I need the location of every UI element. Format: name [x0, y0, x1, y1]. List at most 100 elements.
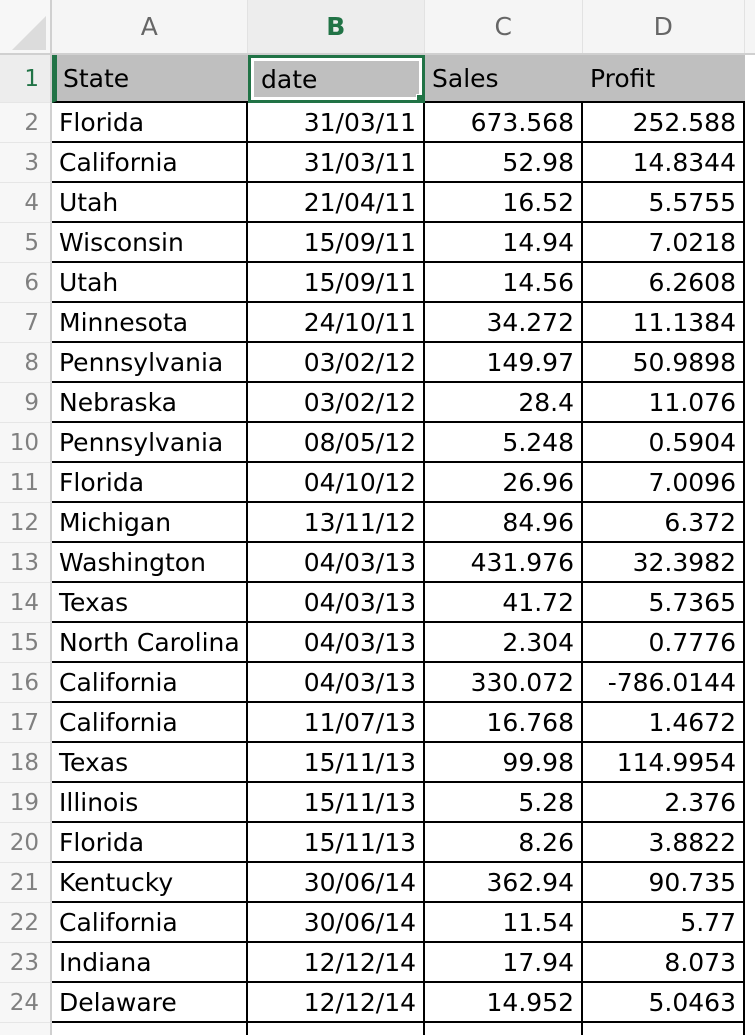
row-header-12[interactable]: 12	[0, 503, 52, 543]
cell-profit[interactable]: 11.076	[583, 383, 745, 423]
cell-date[interactable]: 03/02/12	[248, 383, 425, 423]
cell-date[interactable]: 24/10/11	[248, 303, 425, 343]
select-all-button[interactable]	[0, 0, 52, 53]
fill-handle[interactable]	[416, 94, 422, 100]
cell-sales[interactable]: 28.4	[425, 383, 583, 423]
cell-state[interactable]: Florida	[52, 463, 248, 503]
cell-date[interactable]: 04/10/12	[248, 463, 425, 503]
cell-sales[interactable]: 16.768	[425, 703, 583, 743]
cell-profit[interactable]: -786.0144	[583, 663, 745, 703]
cell-profit[interactable]: 114.9954	[583, 743, 745, 783]
cell-state[interactable]: Illinois	[52, 783, 248, 823]
cell-state[interactable]: Indiana	[52, 943, 248, 983]
cell-state[interactable]: California	[52, 663, 248, 703]
cell-state[interactable]: Kentucky	[52, 863, 248, 903]
cell-sales[interactable]: 2.304	[425, 623, 583, 663]
cell-state[interactable]: Wisconsin	[52, 223, 248, 263]
cell-date[interactable]: 04/03/13	[248, 663, 425, 703]
cell-sales[interactable]: 362.94	[425, 863, 583, 903]
cell-date[interactable]: 15/09/11	[248, 263, 425, 303]
cell-state[interactable]: Delaware	[52, 983, 248, 1023]
cell-state[interactable]: Texas	[52, 743, 248, 783]
cell-profit[interactable]: 7.0096	[583, 463, 745, 503]
cell-state[interactable]: Minnesota	[52, 303, 248, 343]
cell-profit[interactable]: 5.5755	[583, 183, 745, 223]
cell-profit[interactable]: 3.8822	[583, 823, 745, 863]
cell-profit[interactable]: 252.588	[583, 103, 745, 143]
row-header-24[interactable]: 24	[0, 983, 52, 1023]
row-header-6[interactable]: 6	[0, 263, 52, 303]
active-cell-b1[interactable]: date	[248, 55, 425, 103]
column-header-d[interactable]: D	[583, 0, 745, 53]
cell-profit[interactable]: 14.8344	[583, 143, 745, 183]
row-header-partial[interactable]	[0, 1023, 52, 1035]
row-header-16[interactable]: 16	[0, 663, 52, 703]
row-header-2[interactable]: 2	[0, 103, 52, 143]
cell-sales[interactable]: 52.98	[425, 143, 583, 183]
cell-date[interactable]: 31/03/11	[248, 103, 425, 143]
cell-profit[interactable]: 0.7776	[583, 623, 745, 663]
cell-state[interactable]: Pennsylvania	[52, 343, 248, 383]
column-title-sales[interactable]: Sales	[425, 55, 583, 103]
cell-date[interactable]: 15/11/13	[248, 783, 425, 823]
cell-profit[interactable]: 50.9898	[583, 343, 745, 383]
row-header-13[interactable]: 13	[0, 543, 52, 583]
cell-sales[interactable]: 5.248	[425, 423, 583, 463]
row-header-21[interactable]: 21	[0, 863, 52, 903]
cell-state[interactable]: Texas	[52, 583, 248, 623]
cell-profit[interactable]: 0.5904	[583, 423, 745, 463]
row-header-7[interactable]: 7	[0, 303, 52, 343]
cell-profit[interactable]: 8.073	[583, 943, 745, 983]
cell-date[interactable]: 03/02/12	[248, 343, 425, 383]
cell-sales[interactable]: 16.52	[425, 183, 583, 223]
cell-sales[interactable]: 14.94	[425, 223, 583, 263]
cell-profit[interactable]: 5.77	[583, 903, 745, 943]
row-header-8[interactable]: 8	[0, 343, 52, 383]
cell-state[interactable]: Florida	[52, 823, 248, 863]
cell-sales[interactable]: 8.26	[425, 823, 583, 863]
cell-state[interactable]: Washington	[52, 543, 248, 583]
cell-profit[interactable]: 6.372	[583, 503, 745, 543]
cell-sales[interactable]: 17.94	[425, 943, 583, 983]
row-header-23[interactable]: 23	[0, 943, 52, 983]
cell-sales[interactable]: 673.568	[425, 103, 583, 143]
cell-sales[interactable]: 11.54	[425, 903, 583, 943]
row-header-10[interactable]: 10	[0, 423, 52, 463]
cell-date[interactable]: 13/11/12	[248, 503, 425, 543]
cell-sales[interactable]: 330.072	[425, 663, 583, 703]
cell-empty[interactable]	[583, 1023, 745, 1035]
cell-date[interactable]: 04/03/13	[248, 583, 425, 623]
cell-date[interactable]: 15/09/11	[248, 223, 425, 263]
cell-profit[interactable]: 5.7365	[583, 583, 745, 623]
row-header-1[interactable]: 1	[0, 55, 52, 103]
cell-state[interactable]: Pennsylvania	[52, 423, 248, 463]
row-header-9[interactable]: 9	[0, 383, 52, 423]
cell-sales[interactable]: 84.96	[425, 503, 583, 543]
row-header-17[interactable]: 17	[0, 703, 52, 743]
row-header-20[interactable]: 20	[0, 823, 52, 863]
cell-sales[interactable]: 431.976	[425, 543, 583, 583]
cell-date[interactable]: 30/06/14	[248, 903, 425, 943]
row-header-11[interactable]: 11	[0, 463, 52, 503]
cell-sales[interactable]: 34.272	[425, 303, 583, 343]
cell-sales[interactable]: 26.96	[425, 463, 583, 503]
cell-date[interactable]: 12/12/14	[248, 983, 425, 1023]
cell-sales[interactable]: 41.72	[425, 583, 583, 623]
cell-profit[interactable]: 1.4672	[583, 703, 745, 743]
cell-sales[interactable]: 149.97	[425, 343, 583, 383]
cell-state[interactable]: Florida	[52, 103, 248, 143]
cell-date[interactable]: 11/07/13	[248, 703, 425, 743]
cell-date[interactable]: 15/11/13	[248, 743, 425, 783]
cell-profit[interactable]: 11.1384	[583, 303, 745, 343]
row-header-22[interactable]: 22	[0, 903, 52, 943]
cell-profit[interactable]: 32.3982	[583, 543, 745, 583]
column-title-state[interactable]: State	[52, 55, 248, 103]
cell-date[interactable]: 21/04/11	[248, 183, 425, 223]
cell-sales[interactable]: 14.952	[425, 983, 583, 1023]
cell-profit[interactable]: 90.735	[583, 863, 745, 903]
row-header-15[interactable]: 15	[0, 623, 52, 663]
cell-sales[interactable]: 5.28	[425, 783, 583, 823]
cell-sales[interactable]: 14.56	[425, 263, 583, 303]
cell-state[interactable]: North Carolina	[52, 623, 248, 663]
cell-date[interactable]: 30/06/14	[248, 863, 425, 903]
